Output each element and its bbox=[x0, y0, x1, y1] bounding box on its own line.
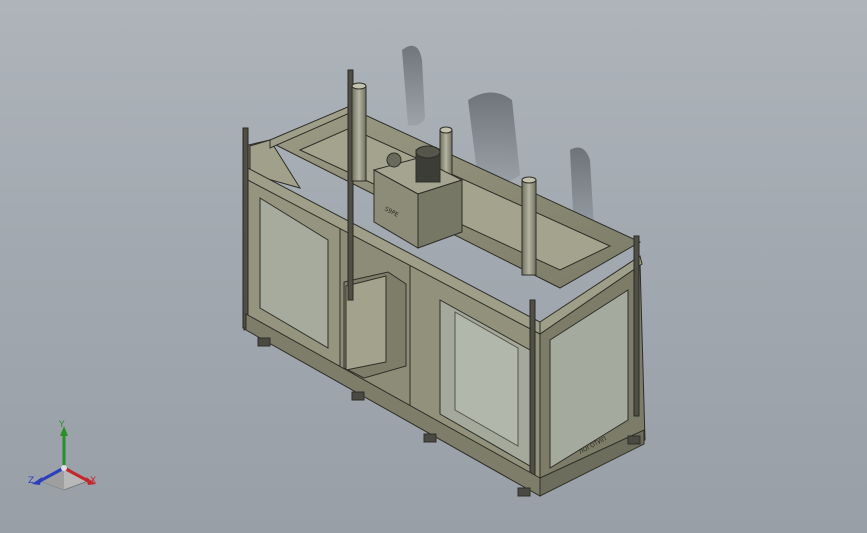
hydraulic-press-model[interactable]: ЛОГОТИП S9PE bbox=[0, 0, 867, 533]
triad-z-label: Z bbox=[28, 476, 35, 486]
triad-icon bbox=[32, 426, 96, 491]
triad-x-label: X bbox=[90, 476, 97, 486]
coordinate-triad: Y X Z bbox=[22, 418, 112, 498]
graphics-viewport[interactable]: ЛОГОТИП S9PE Y X Z bbox=[0, 0, 867, 533]
triad-y-label: Y bbox=[59, 420, 65, 430]
